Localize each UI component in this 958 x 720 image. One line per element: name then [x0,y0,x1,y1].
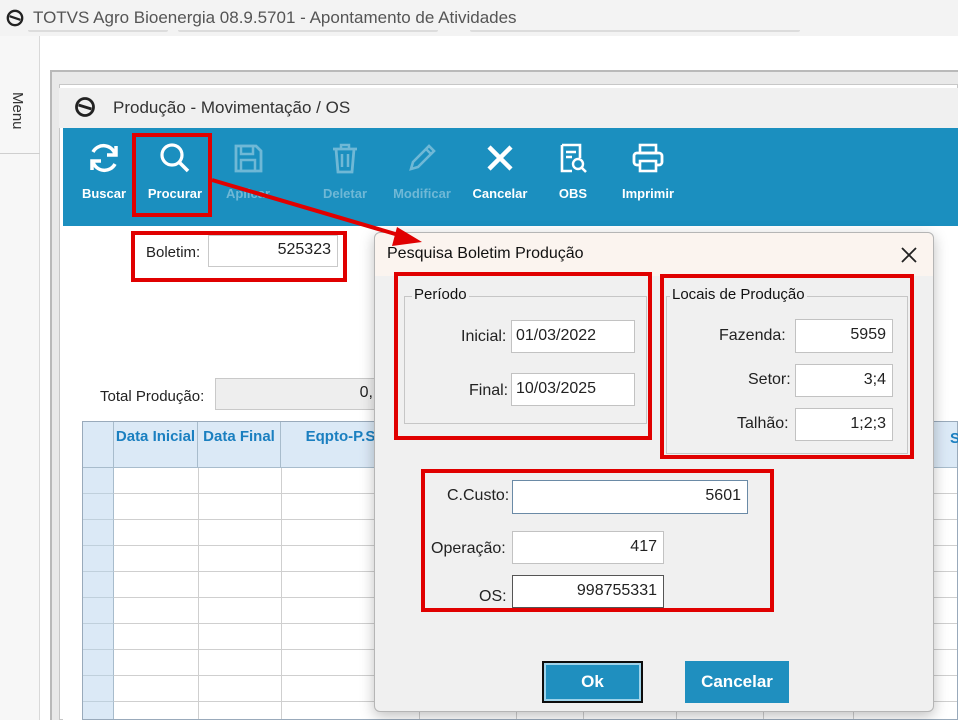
annotation-arrow [211,178,422,246]
